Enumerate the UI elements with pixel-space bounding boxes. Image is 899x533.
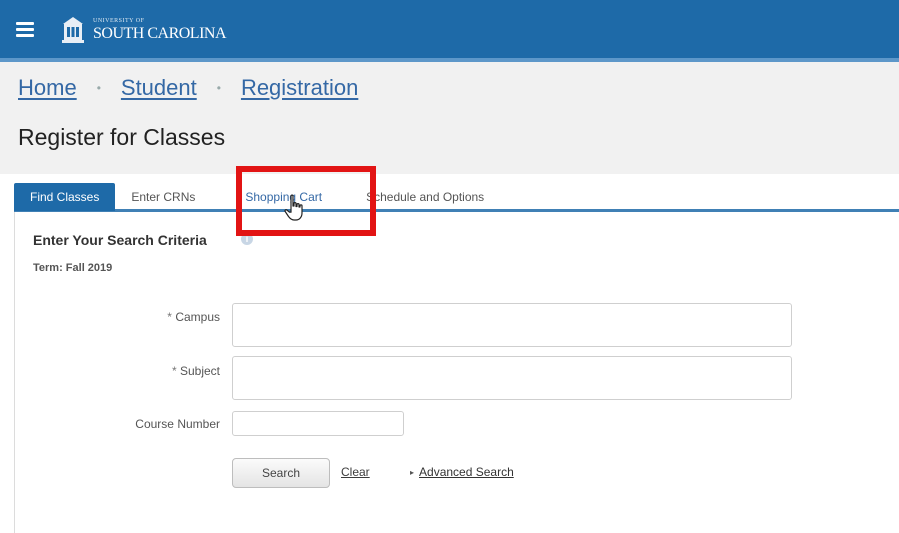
- logo-line-1: UNIVERSITY OF: [93, 18, 145, 24]
- breadcrumb-separator: •: [96, 81, 101, 95]
- search-criteria-heading: Enter Your Search Criteria: [33, 232, 207, 248]
- logo-line-2: SOUTH CAROLINA: [93, 25, 227, 42]
- tab-bar: Find Classes Enter CRNs Shopping Cart Sc…: [14, 181, 500, 211]
- breadcrumb-student[interactable]: Student: [121, 75, 197, 101]
- tab-enter-crns[interactable]: Enter CRNs: [115, 183, 211, 211]
- campus-label: * Campus: [120, 310, 220, 324]
- course-number-label: Course Number: [135, 417, 220, 431]
- university-crest-icon: [62, 17, 84, 43]
- breadcrumb: Home • Student • Registration: [18, 75, 358, 101]
- subject-label-text: Subject: [179, 364, 220, 378]
- course-number-input[interactable]: [232, 411, 404, 436]
- subject-input[interactable]: [232, 356, 792, 400]
- hamburger-menu-icon[interactable]: [16, 22, 34, 37]
- advanced-search-toggle[interactable]: ▸ Advanced Search: [410, 465, 514, 479]
- breadcrumb-separator: •: [216, 81, 221, 95]
- term-label: Term: Fall 2019: [33, 262, 113, 274]
- university-logo[interactable]: UNIVERSITY OF SOUTH CAROLINA: [61, 14, 227, 46]
- logo-text: UNIVERSITY OF SOUTH CAROLINA: [93, 18, 227, 42]
- page-title: Register for Classes: [18, 124, 226, 150]
- campus-label-text: Campus: [175, 310, 220, 324]
- tab-schedule-and-options[interactable]: Schedule and Options: [352, 183, 500, 211]
- top-banner: UNIVERSITY OF SOUTH CAROLINA: [0, 0, 899, 62]
- tab-shopping-cart[interactable]: Shopping Cart: [211, 183, 352, 211]
- advanced-search-link[interactable]: Advanced Search: [419, 465, 514, 479]
- required-marker: *: [171, 364, 177, 378]
- page-header: Home • Student • Registration Register f…: [0, 62, 899, 174]
- search-button[interactable]: Search: [232, 458, 330, 488]
- clear-link[interactable]: Clear: [341, 465, 370, 479]
- hand-pointer-cursor-icon: [284, 194, 303, 221]
- breadcrumb-home[interactable]: Home: [18, 75, 77, 101]
- required-marker: *: [167, 310, 172, 324]
- breadcrumb-registration[interactable]: Registration: [241, 75, 358, 101]
- tab-find-classes[interactable]: Find Classes: [14, 183, 116, 211]
- campus-input[interactable]: [232, 303, 792, 347]
- info-icon[interactable]: i: [241, 233, 253, 245]
- subject-label: * Subject: [120, 364, 220, 378]
- caret-right-icon: ▸: [410, 467, 415, 477]
